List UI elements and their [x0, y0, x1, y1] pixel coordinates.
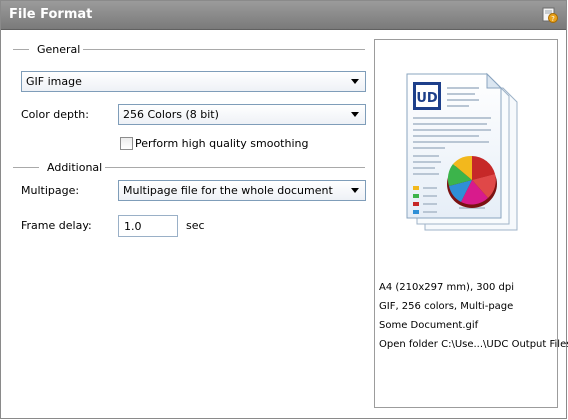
- frame-delay-value: 1.0: [124, 220, 142, 233]
- preview-info-format: GIF, 256 colors, Multi-page: [379, 301, 514, 312]
- svg-text:?: ?: [551, 15, 555, 23]
- frame-delay-label: Frame delay:: [21, 219, 92, 232]
- general-group-title: General: [37, 43, 81, 56]
- general-rule-left: [13, 49, 29, 50]
- panel-titlebar: File Format ?: [1, 1, 566, 30]
- format-select[interactable]: GIF image: [21, 71, 366, 92]
- general-rule-right: [83, 49, 365, 50]
- color-depth-select-value: 256 Colors (8 bit): [123, 108, 219, 121]
- smoothing-label[interactable]: Perform high quality smoothing: [135, 137, 308, 150]
- smoothing-checkbox[interactable]: [120, 137, 133, 150]
- chevron-down-icon: [351, 188, 359, 193]
- multipage-select[interactable]: Multipage file for the whole document: [118, 180, 366, 201]
- frame-delay-input[interactable]: 1.0: [118, 215, 178, 237]
- document-preview-icon: UD: [406, 72, 518, 231]
- panel-title: File Format: [9, 7, 93, 22]
- color-depth-label: Color depth:: [21, 108, 89, 121]
- format-select-value: GIF image: [26, 75, 82, 88]
- additional-group-title: Additional: [47, 161, 103, 174]
- svg-text:UD: UD: [416, 91, 438, 106]
- open-folder-link[interactable]: Open folder C:\Use...\UDC Output Files\: [379, 339, 568, 350]
- multipage-label: Multipage:: [21, 184, 80, 197]
- additional-rule-right: [105, 167, 365, 168]
- preview-info-filename: Some Document.gif: [379, 320, 479, 331]
- multipage-select-value: Multipage file for the whole document: [123, 184, 333, 197]
- file-format-panel: File Format ? General GIF image Color de…: [0, 0, 568, 419]
- preview-panel: UD A4 (210x297 mm), 300 dpi GIF, 256 col…: [374, 39, 568, 408]
- preview-info-paper: A4 (210x297 mm), 300 dpi: [379, 282, 515, 293]
- chevron-down-icon: [351, 112, 359, 117]
- frame-delay-unit: sec: [186, 219, 205, 232]
- chevron-down-icon: [351, 79, 359, 84]
- help-icon[interactable]: ?: [542, 7, 558, 23]
- color-depth-select[interactable]: 256 Colors (8 bit): [118, 104, 366, 125]
- additional-rule-left: [13, 167, 39, 168]
